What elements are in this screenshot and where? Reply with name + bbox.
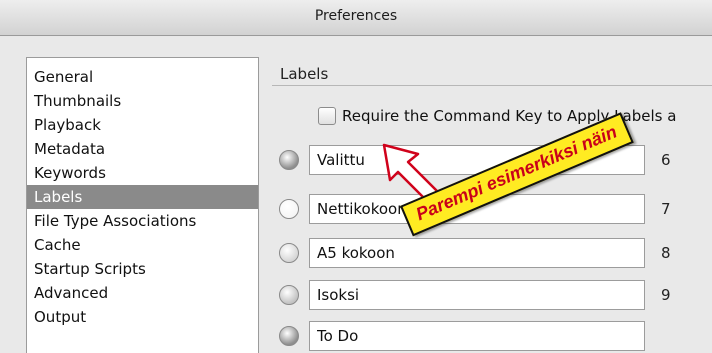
section-divider — [272, 85, 712, 86]
label-name-input[interactable] — [309, 194, 645, 224]
label-shortcut-key: 8 — [661, 244, 671, 262]
sidebar-item-labels[interactable]: Labels — [27, 185, 258, 209]
label-name-input[interactable] — [309, 321, 645, 351]
label-color-swatch[interactable] — [279, 326, 299, 346]
label-name-input[interactable] — [309, 145, 645, 175]
label-shortcut-key: 7 — [661, 200, 671, 218]
sidebar-item-advanced[interactable]: Advanced — [27, 281, 258, 305]
window-title: Preferences — [314, 8, 398, 24]
label-color-swatch[interactable] — [279, 150, 299, 170]
label-shortcut-key: 9 — [661, 286, 671, 304]
preferences-window: General Thumbnails Playback Metadata Key… — [0, 37, 712, 353]
sidebar-item-file-type-associations[interactable]: File Type Associations — [27, 209, 258, 233]
preferences-sidebar[interactable]: General Thumbnails Playback Metadata Key… — [26, 57, 259, 353]
sidebar-item-playback[interactable]: Playback — [27, 113, 258, 137]
sidebar-item-keywords[interactable]: Keywords — [27, 161, 258, 185]
label-color-swatch[interactable] — [279, 243, 299, 263]
label-color-swatch[interactable] — [279, 199, 299, 219]
title-bar: Preferences — [0, 0, 712, 36]
labels-section-title: Labels — [280, 65, 329, 83]
require-command-key-checkbox[interactable] — [318, 106, 336, 125]
sidebar-item-general[interactable]: General — [27, 65, 258, 89]
require-command-key-label[interactable]: Require the Command Key to Apply Labels … — [342, 107, 676, 125]
sidebar-item-cache[interactable]: Cache — [27, 233, 258, 257]
label-name-input[interactable] — [309, 238, 645, 268]
require-command-key-option[interactable]: Require the Command Key to Apply Labels … — [318, 105, 676, 127]
sidebar-item-metadata[interactable]: Metadata — [27, 137, 258, 161]
sidebar-item-thumbnails[interactable]: Thumbnails — [27, 89, 258, 113]
label-color-swatch[interactable] — [279, 285, 299, 305]
label-shortcut-key: 6 — [661, 151, 671, 169]
sidebar-item-output[interactable]: Output — [27, 305, 258, 329]
sidebar-item-startup-scripts[interactable]: Startup Scripts — [27, 257, 258, 281]
label-name-input[interactable] — [309, 280, 645, 310]
